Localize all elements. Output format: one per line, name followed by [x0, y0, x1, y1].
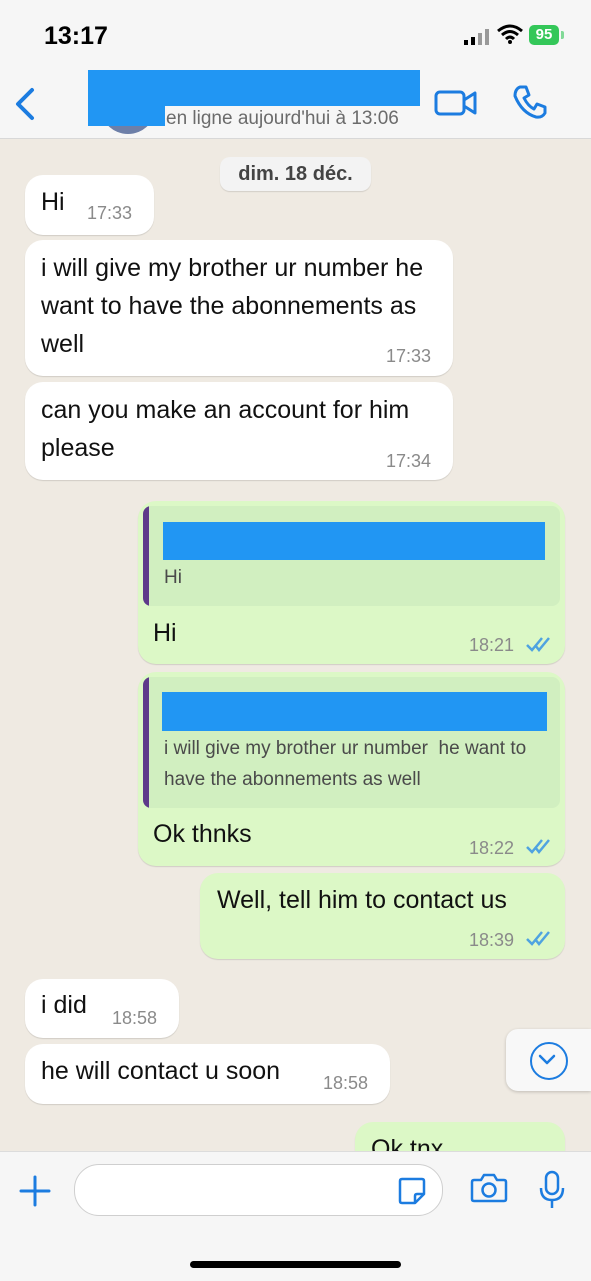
redacted-quote-author — [162, 692, 547, 731]
date-separator: dim. 18 déc. — [220, 157, 371, 191]
status-time: 13:17 — [44, 22, 108, 50]
message-text: Ok tnx — [371, 1135, 444, 1151]
status-bar: 13:17 95 — [0, 0, 591, 70]
outgoing-message[interactable]: i will give my brother ur number he want… — [138, 672, 565, 866]
quote-text: Hi — [164, 567, 182, 588]
back-icon[interactable] — [10, 84, 38, 124]
read-receipt-icon — [526, 931, 550, 946]
outgoing-message[interactable]: Ok tnx — [355, 1122, 565, 1151]
message-time: 18:21 — [469, 635, 515, 655]
home-indicator[interactable] — [190, 1261, 401, 1268]
presence-status: en ligne aujourd'hui à 13:06 — [166, 108, 399, 129]
incoming-message[interactable]: he will contact u soon 18:58 — [25, 1044, 390, 1104]
message-text: Hi — [153, 619, 177, 647]
redacted-contact-name-bar[interactable] — [88, 70, 420, 106]
video-call-icon[interactable] — [434, 88, 478, 118]
sticker-icon[interactable] — [397, 1176, 427, 1206]
battery-level: 95 — [529, 25, 559, 45]
chat-header: en ligne aujourd'hui à 13:06 — [0, 70, 591, 139]
quote-accent-bar — [143, 506, 149, 606]
outgoing-message[interactable]: Hi Hi 18:21 — [138, 501, 565, 664]
scroll-down-icon — [530, 1042, 568, 1080]
message-text: Ok thnks — [153, 820, 252, 848]
plus-icon[interactable] — [18, 1174, 52, 1208]
read-receipt-icon — [526, 839, 550, 854]
incoming-message[interactable]: Hi 17:33 — [25, 175, 154, 235]
incoming-message[interactable]: i will give my brother ur number he want… — [25, 240, 453, 376]
phone-icon[interactable] — [512, 84, 548, 120]
quoted-message[interactable]: Hi — [143, 506, 560, 606]
message-time: 18:58 — [323, 1073, 369, 1093]
message-time: 17:33 — [87, 203, 133, 223]
message-time: 18:39 — [469, 930, 515, 950]
message-time: 17:33 — [386, 346, 432, 366]
read-receipt-icon — [526, 637, 550, 652]
message-text: Well, tell him to contact us — [217, 886, 507, 914]
redacted-quote-author — [163, 522, 545, 560]
message-text: i did — [41, 991, 87, 1019]
mic-icon[interactable] — [538, 1170, 566, 1210]
message-text: Hi — [41, 188, 65, 216]
quote-accent-bar — [143, 677, 149, 808]
message-time: 17:34 — [386, 451, 432, 471]
message-time: 18:58 — [112, 1008, 158, 1028]
signal-icon — [464, 29, 489, 45]
incoming-message[interactable]: can you make an account for him please 1… — [25, 382, 453, 480]
quote-text: i will give my brother ur number he want… — [164, 738, 532, 790]
wifi-icon — [497, 24, 523, 44]
incoming-message[interactable]: i did 18:58 — [25, 979, 179, 1038]
message-text: i will give my brother ur number he want… — [41, 254, 424, 358]
battery-tip — [561, 31, 564, 39]
scroll-down-button[interactable] — [506, 1029, 591, 1091]
message-input[interactable] — [74, 1164, 443, 1216]
message-time: 18:22 — [469, 838, 515, 858]
outgoing-message[interactable]: Well, tell him to contact us 18:39 — [200, 873, 565, 959]
chat-area[interactable]: dim. 18 déc. Hi 17:33 i will give my bro… — [0, 139, 591, 1151]
message-text: he will contact u soon — [41, 1057, 281, 1085]
composer-bar — [0, 1151, 591, 1281]
camera-icon[interactable] — [470, 1172, 508, 1204]
quoted-message[interactable]: i will give my brother ur number he want… — [143, 677, 560, 808]
